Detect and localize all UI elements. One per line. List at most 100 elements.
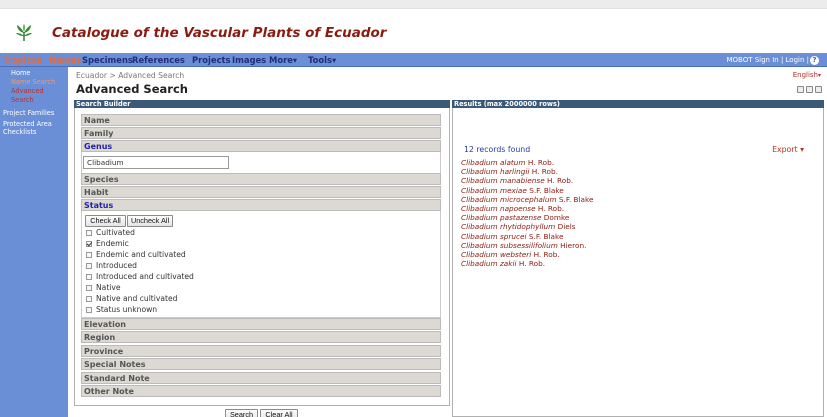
user-links[interactable]: MOBOT Sign In | Login |?: [726, 54, 819, 66]
page-tools: [797, 86, 823, 93]
species-author: H. Rob.: [531, 167, 558, 177]
species-name[interactable]: Clibadium websteri: [461, 250, 531, 259]
status-option-cultivated[interactable]: Cultivated: [86, 228, 135, 237]
nav-tropicos[interactable]: Tropicos: [3, 54, 42, 66]
section-genus[interactable]: Genus: [81, 140, 441, 152]
checkbox[interactable]: [86, 284, 92, 291]
nav-specimens[interactable]: Specimens: [82, 54, 133, 66]
records-found-count: 12 records found: [464, 145, 531, 154]
checkbox[interactable]: [86, 262, 92, 269]
sidebar-item-protected-area[interactable]: Protected Area: [3, 120, 52, 128]
result-item[interactable]: Clibadium sprucei S.F. Blake: [461, 232, 563, 241]
species-name[interactable]: Clibadium pastazense: [461, 213, 541, 222]
result-item[interactable]: Clibadium zakii H. Rob.: [461, 259, 545, 268]
status-option-native-cultivated[interactable]: Native and cultivated: [86, 294, 178, 303]
result-item[interactable]: Clibadium pastazense Domke: [461, 213, 569, 222]
status-option-introduced-cultivated[interactable]: Introduced and cultivated: [86, 272, 194, 281]
check-all-button[interactable]: Check All: [85, 215, 126, 227]
genus-input[interactable]: Clibadium: [83, 156, 229, 169]
section-province[interactable]: Province: [81, 345, 441, 357]
species-author: H. Rob.: [547, 176, 574, 186]
result-item[interactable]: Clibadium napoense H. Rob.: [461, 204, 564, 213]
main-nav-bar: Tropicos Names Specimens References Proj…: [0, 53, 827, 67]
result-item[interactable]: Clibadium websteri H. Rob.: [461, 250, 560, 259]
site-title[interactable]: Catalogue of the Vascular Plants of Ecua…: [52, 25, 386, 41]
section-name[interactable]: Name: [81, 114, 441, 126]
result-item[interactable]: Clibadium manabiense H. Rob.: [461, 176, 573, 185]
species-name[interactable]: Clibadium subsessilifolium: [461, 241, 558, 250]
species-author: Diels: [557, 222, 576, 232]
species-name[interactable]: Clibadium microcephalum: [461, 195, 557, 204]
section-special-notes[interactable]: Special Notes: [81, 358, 441, 370]
section-habit[interactable]: Habit: [81, 186, 441, 198]
nav-tools[interactable]: Tools▾: [308, 54, 336, 66]
sidebar-item-advanced-search[interactable]: Search: [11, 96, 34, 104]
help-small-icon[interactable]: [815, 86, 822, 93]
species-name[interactable]: Clibadium zakii: [461, 259, 517, 268]
nav-projects[interactable]: Projects: [192, 54, 231, 66]
result-item[interactable]: Clibadium alatum H. Rob.: [461, 158, 554, 167]
breadcrumb[interactable]: Ecuador > Advanced Search: [76, 71, 184, 80]
sidebar-item-checklists[interactable]: Checklists: [3, 128, 36, 136]
clear-all-button[interactable]: Clear All: [260, 409, 298, 417]
uncheck-all-button[interactable]: Uncheck All: [127, 215, 173, 227]
species-name[interactable]: Clibadium manabiense: [461, 176, 545, 185]
chevron-down-icon: ▾: [800, 145, 804, 154]
checkbox[interactable]: [86, 295, 92, 302]
sign-in-login-text[interactable]: MOBOT Sign In | Login |: [726, 56, 809, 64]
status-option-native[interactable]: Native: [86, 283, 121, 292]
section-species[interactable]: Species: [81, 173, 441, 185]
expand-icon[interactable]: [806, 86, 813, 93]
result-item[interactable]: Clibadium microcephalum S.F. Blake: [461, 195, 593, 204]
species-name[interactable]: Clibadium mexiae: [461, 186, 527, 195]
section-elevation[interactable]: Elevation: [81, 318, 441, 330]
result-item[interactable]: Clibadium harlingii H. Rob.: [461, 167, 558, 176]
species-author: H. Rob.: [537, 204, 565, 213]
checkbox[interactable]: [86, 229, 92, 236]
language-selector[interactable]: English▾: [793, 71, 821, 79]
checkbox[interactable]: [86, 273, 92, 280]
checkbox-checked[interactable]: [86, 240, 92, 247]
left-sidebar: Home Name Search Advanced Search Project…: [0, 67, 68, 417]
site-header: Catalogue of the Vascular Plants of Ecua…: [0, 16, 827, 50]
status-option-endemic-cultivated[interactable]: Endemic and cultivated: [86, 250, 186, 259]
print-icon[interactable]: [797, 86, 804, 93]
species-name[interactable]: Clibadium harlingii: [461, 167, 529, 176]
section-family[interactable]: Family: [81, 127, 441, 139]
nav-images[interactable]: Images: [232, 54, 266, 66]
chevron-down-icon: ▾: [292, 55, 298, 65]
nav-more[interactable]: More▾: [269, 54, 297, 66]
species-name[interactable]: Clibadium napoense: [461, 204, 536, 213]
section-region[interactable]: Region: [81, 331, 441, 343]
species-author: Domke: [543, 213, 570, 223]
species-author: S.F. Blake: [558, 194, 594, 204]
export-menu[interactable]: Export ▾: [772, 145, 804, 154]
nav-references[interactable]: References: [132, 54, 185, 66]
sidebar-item-name-search[interactable]: Name Search: [11, 78, 55, 86]
nav-more-label: More: [269, 55, 293, 65]
result-item[interactable]: Clibadium mexiae S.F. Blake: [461, 186, 564, 195]
section-other-note[interactable]: Other Note: [81, 385, 441, 397]
result-item[interactable]: Clibadium subsessilifolium Hieron.: [461, 241, 586, 250]
result-item[interactable]: Clibadium rhytidophyllum Diels: [461, 222, 576, 231]
species-author: H. Rob.: [518, 259, 546, 269]
section-status[interactable]: Status: [81, 199, 441, 211]
sidebar-item-project-families[interactable]: Project Families: [3, 109, 54, 117]
help-icon[interactable]: ?: [810, 55, 819, 65]
nav-names[interactable]: Names: [49, 54, 81, 66]
status-option-introduced[interactable]: Introduced: [86, 261, 137, 270]
status-option-endemic[interactable]: Endemic: [86, 239, 129, 248]
sidebar-item-home[interactable]: Home: [11, 69, 30, 77]
checkbox[interactable]: [86, 251, 92, 258]
search-button[interactable]: Search: [225, 409, 258, 417]
species-author: S.F. Blake: [529, 185, 564, 195]
section-standard-note[interactable]: Standard Note: [81, 372, 441, 384]
species-author: S.F. Blake: [528, 231, 564, 241]
chevron-down-icon: ▾: [331, 55, 337, 65]
sidebar-item-advanced[interactable]: Advanced: [11, 87, 44, 95]
status-option-unknown[interactable]: Status unknown: [86, 305, 157, 314]
checkbox[interactable]: [86, 306, 92, 313]
species-name[interactable]: Clibadium rhytidophyllum: [461, 222, 555, 231]
species-name[interactable]: Clibadium alatum: [461, 158, 526, 167]
species-name[interactable]: Clibadium sprucei: [461, 232, 527, 241]
